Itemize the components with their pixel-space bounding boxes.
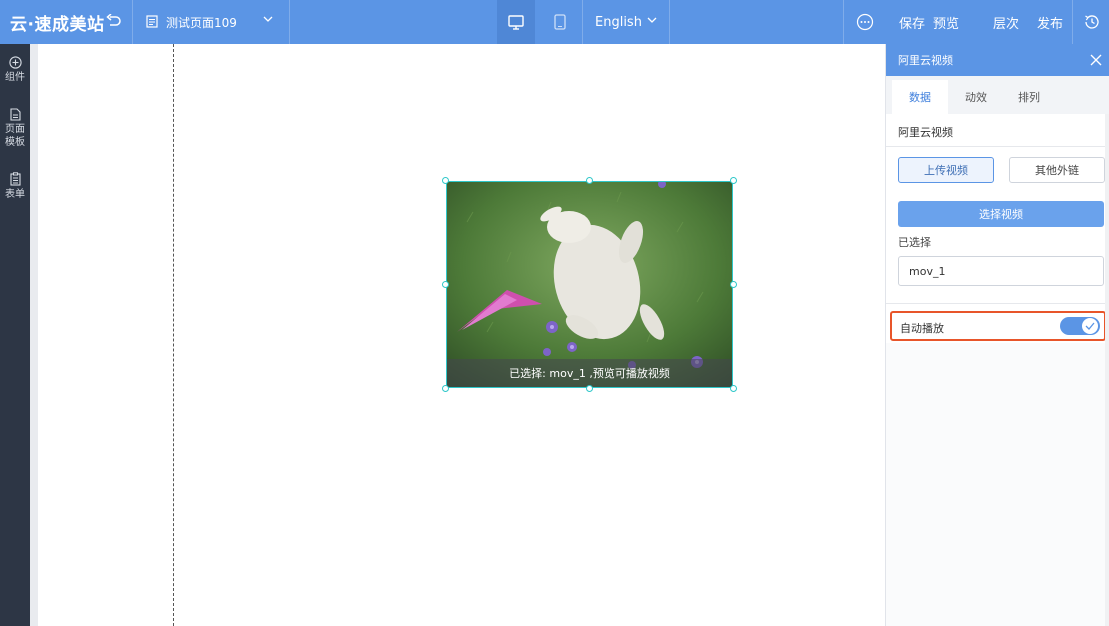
save-button[interactable]: 保存	[899, 0, 925, 44]
resize-handle-bottom[interactable]	[586, 385, 593, 392]
choose-video-button[interactable]: 选择视频	[898, 201, 1104, 227]
video-frame	[447, 182, 732, 387]
video-caption: 已选择: mov_1 ,预览可播放视频	[447, 359, 732, 387]
selected-video-field[interactable]: mov_1	[898, 256, 1104, 286]
publish-button[interactable]: 发布	[1037, 0, 1063, 44]
resize-handle-top-right[interactable]	[730, 177, 737, 184]
panel-scrollbar[interactable]	[1105, 114, 1109, 626]
sidebar-item-components[interactable]: 组件	[0, 55, 30, 84]
mobile-icon	[554, 14, 566, 30]
history-button[interactable]	[1081, 11, 1103, 33]
panel-empty-area	[886, 343, 1109, 626]
language-value: English	[595, 14, 642, 30]
mobile-view-button[interactable]	[541, 0, 579, 44]
resize-handle-bottom-left[interactable]	[442, 385, 449, 392]
resize-handle-right[interactable]	[730, 281, 737, 288]
history-icon	[1085, 15, 1099, 29]
resize-handle-top-left[interactable]	[442, 177, 449, 184]
autoplay-toggle[interactable]	[1060, 317, 1100, 335]
layers-button[interactable]: 层次	[993, 0, 1019, 44]
check-icon	[1085, 322, 1095, 330]
properties-panel: 阿里云视频 数据 动效 排列 阿里云视频 上传视频 其他外链 选择视频 已选择 …	[885, 44, 1109, 626]
autoplay-row: 自动播放	[890, 311, 1106, 341]
desktop-icon	[508, 14, 524, 30]
toolbar-divider	[843, 0, 844, 44]
section-divider	[886, 146, 1109, 147]
toolbar-divider	[289, 0, 290, 44]
tab-arrange[interactable]: 排列	[1001, 80, 1057, 114]
close-icon	[1090, 54, 1102, 66]
close-button[interactable]	[1088, 52, 1104, 68]
autoplay-label: 自动播放	[900, 322, 944, 335]
more-icon	[856, 13, 874, 31]
plus-circle-icon	[8, 55, 22, 69]
tab-animation[interactable]: 动效	[948, 80, 1004, 114]
external-link-button[interactable]: 其他外链	[1009, 157, 1105, 183]
desktop-view-button[interactable]	[497, 0, 535, 44]
chevron-down-icon	[647, 16, 659, 28]
resize-handle-top[interactable]	[586, 177, 593, 184]
layout-guide-line	[173, 44, 174, 626]
toolbar-divider	[132, 0, 133, 44]
undo-icon	[106, 14, 121, 26]
panel-title: 阿里云视频	[898, 54, 953, 67]
toggle-knob	[1082, 318, 1098, 334]
panel-tabs: 数据 动效 排列	[886, 76, 1109, 114]
left-sidebar: 组件 页面 模板 表单	[0, 44, 30, 626]
chevron-down-icon	[263, 15, 275, 27]
clipboard-icon	[8, 172, 22, 186]
sidebar-item-label: 页面 模板	[5, 124, 25, 148]
toolbar-divider	[1072, 0, 1073, 44]
selected-label: 已选择	[898, 236, 931, 249]
section-title: 阿里云视频	[898, 126, 953, 139]
video-component[interactable]: 已选择: mov_1 ,预览可播放视频	[446, 181, 733, 388]
preview-button[interactable]: 预览	[933, 0, 959, 44]
panel-header: 阿里云视频	[886, 44, 1109, 76]
page-name: 测试页面109	[166, 15, 237, 30]
sidebar-item-label: 组件	[5, 72, 25, 83]
top-toolbar: 云·速成美站 测试页面109 English 保存 预览 层次 发布	[0, 0, 1109, 44]
page-icon	[146, 15, 160, 29]
sidebar-item-page-templates[interactable]: 页面 模板	[0, 107, 30, 149]
tab-data[interactable]: 数据	[892, 80, 948, 114]
app-logo: 云·速成美站	[10, 15, 105, 35]
language-selector[interactable]: English	[583, 0, 669, 44]
page-icon	[8, 107, 22, 121]
undo-button[interactable]	[102, 10, 124, 32]
resize-handle-bottom-right[interactable]	[730, 385, 737, 392]
canvas-gutter	[30, 44, 38, 626]
resize-handle-left[interactable]	[442, 281, 449, 288]
section-divider	[886, 303, 1109, 304]
more-button[interactable]	[855, 12, 875, 32]
page-selector[interactable]: 测试页面109	[136, 0, 289, 44]
toolbar-divider	[669, 0, 670, 44]
editor-root: 云·速成美站 测试页面109 English 保存 预览 层次 发布 组件 页面…	[0, 0, 1109, 626]
sidebar-item-label: 表单	[5, 189, 25, 200]
sidebar-item-forms[interactable]: 表单	[0, 172, 30, 201]
upload-video-button[interactable]: 上传视频	[898, 157, 994, 183]
